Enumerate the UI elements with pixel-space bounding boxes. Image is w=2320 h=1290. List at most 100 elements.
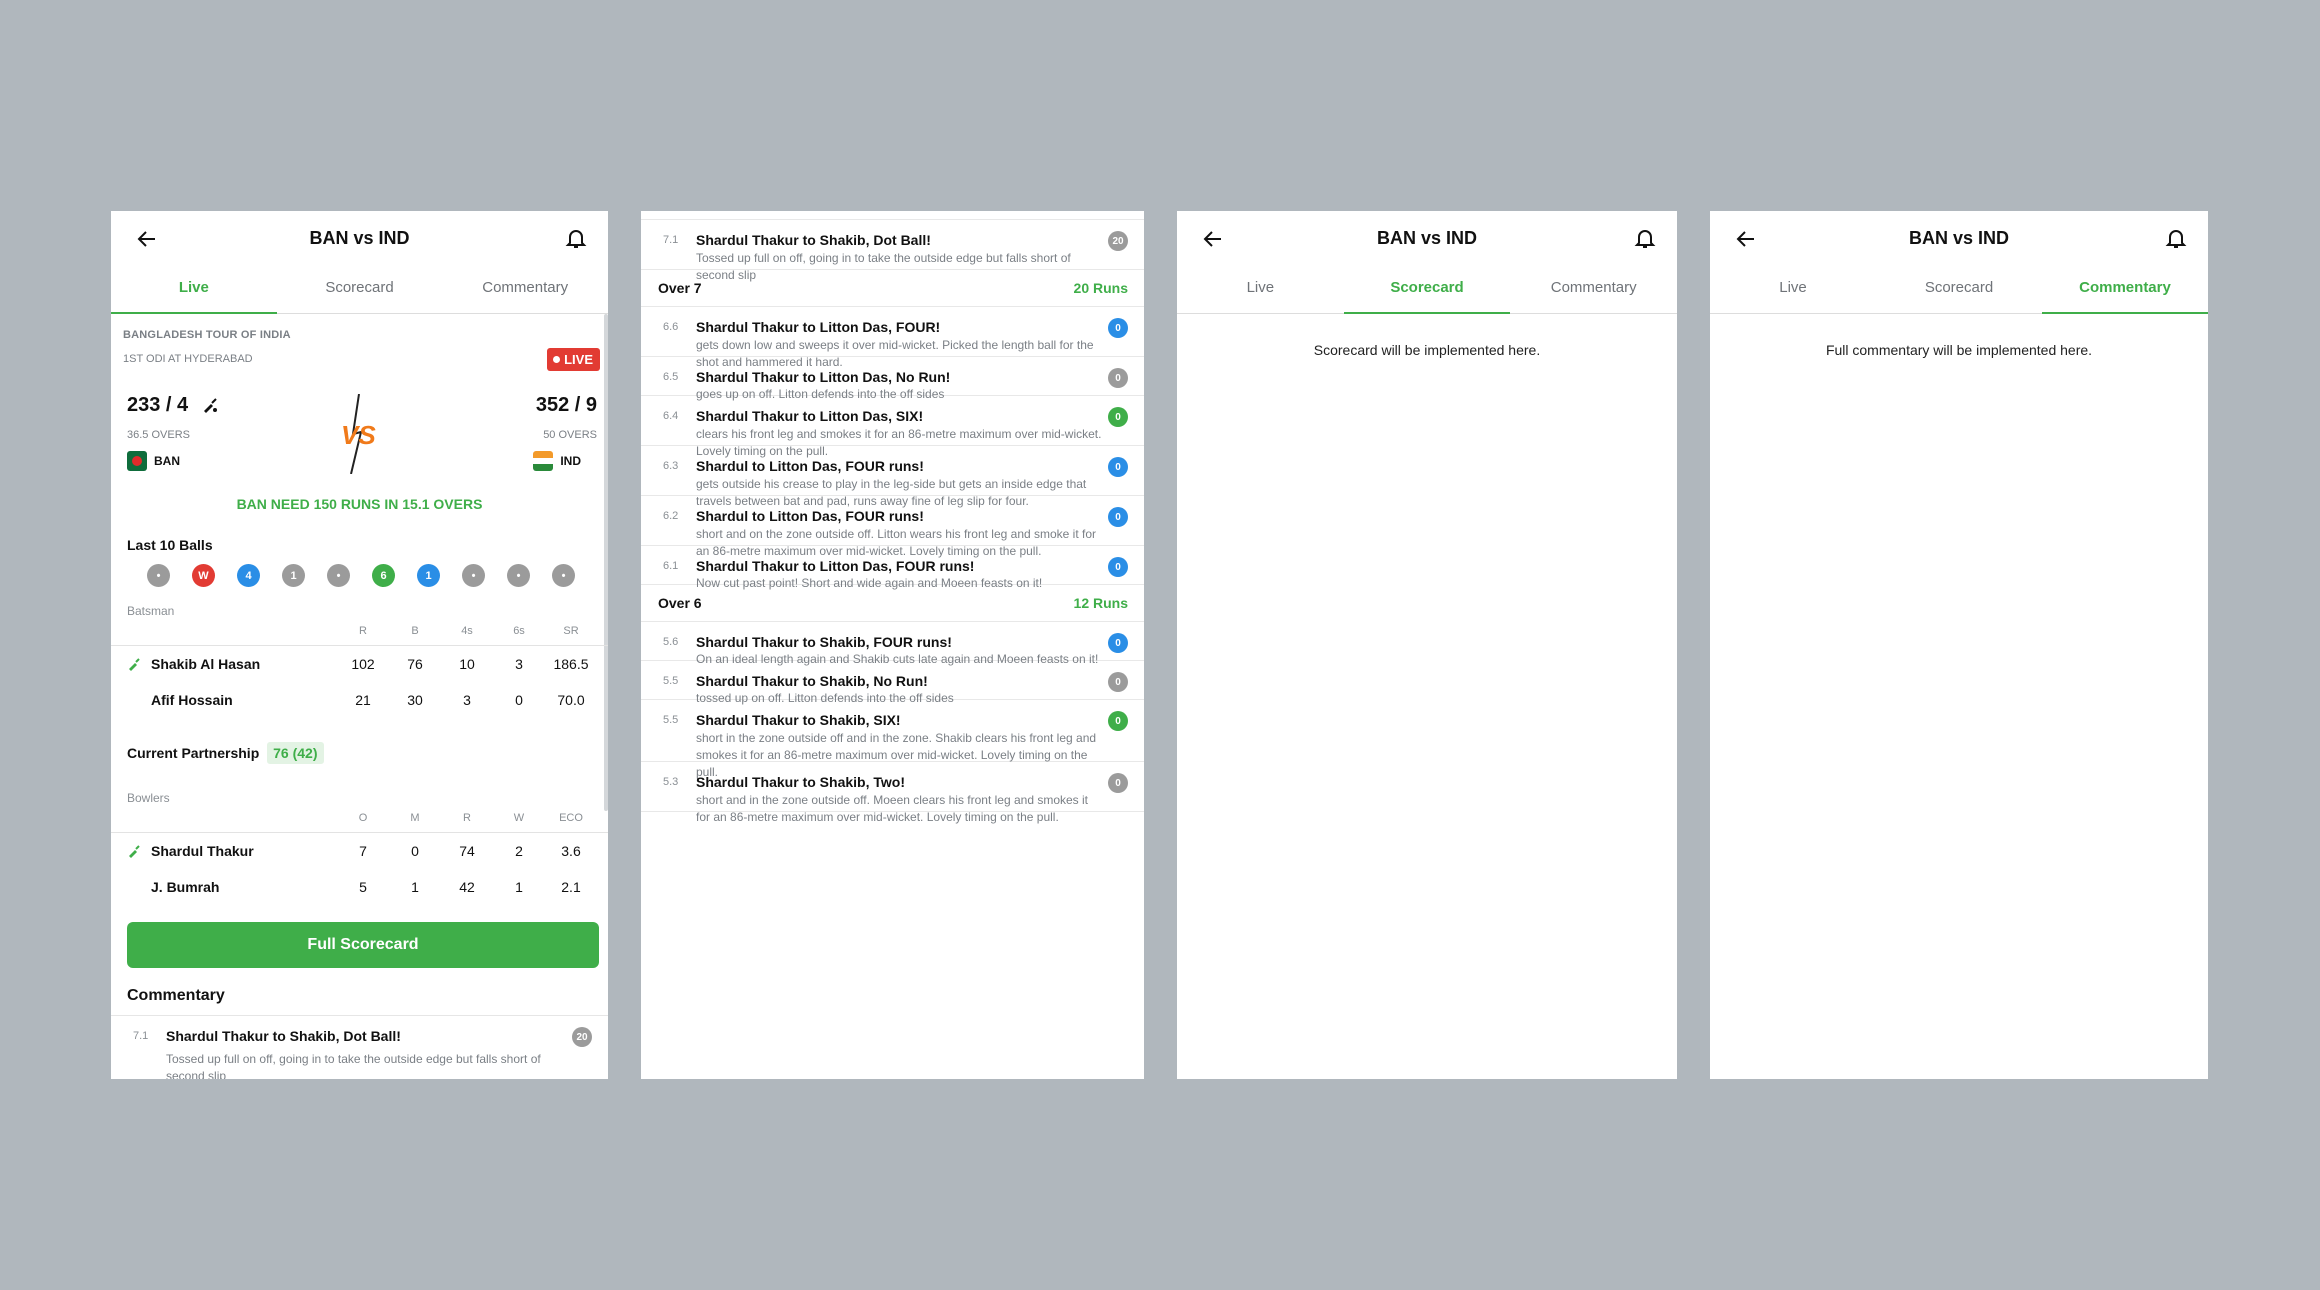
placeholder-text: Scorecard will be implemented here. [1313,342,1541,358]
table-row[interactable]: J. Bumrah 5 1 42 1 2.1 [111,869,608,905]
tab-scorecard[interactable]: Scorecard [277,267,443,313]
tab-live[interactable]: Live [1710,267,1876,313]
ball-chip: 4 [237,564,260,587]
ball-chip: • [327,564,350,587]
last-balls-label: Last 10 Balls [127,537,213,553]
tab-commentary[interactable]: Commentary [1510,267,1677,313]
commentary-item[interactable]: 7.1 Shardul Thakur to Shakib, Dot Ball! To… [641,220,1144,282]
bell-icon[interactable] [2164,226,2188,250]
table-row[interactable]: Shardul Thakur 7 0 74 2 3.6 [111,833,608,869]
team2-score: 352 / 9 [535,394,597,416]
team1-score: 233 / 4 [127,394,189,416]
match-venue: 1ST ODI AT HYDERABAD [123,353,253,365]
last-balls: • W 4 1 • 6 1 • • • [147,564,575,587]
team2-overs: 50 OVERS [543,429,597,441]
runs-badge: 0 [1108,711,1128,731]
ball-chip: • [147,564,170,587]
tab-bar: Live Scorecard Commentary [111,267,608,314]
runs-badge: 0 [1108,507,1128,527]
scrollbar[interactable] [604,314,608,811]
commentary-item[interactable]: 5.6 Shardul Thakur to Shakib, FOUR runs! O… [641,622,1144,666]
over-label: Over 7 [658,280,702,296]
runs-badge: 0 [1108,633,1128,653]
cricket-ball-icon [129,845,140,858]
series-name: BANGLADESH TOUR OF INDIA [123,329,291,341]
table-row[interactable]: Shakib Al Hasan 102 76 10 3 186.5 [111,646,608,682]
app-header: BAN vs IND [1710,211,2208,267]
commentary-item[interactable]: 6.6 Shardul Thakur to Litton Das, FOUR! ge… [641,307,1144,369]
commentary-list: 7.1 Shardul Thakur to Shakib, Dot Ball! To… [641,219,1144,824]
svg-text:VS: VS [341,420,376,450]
commentary-item[interactable]: 5.5 Shardul Thakur to Shakib, SIX! short i… [641,700,1144,779]
tab-live[interactable]: Live [1177,267,1344,313]
tab-bar: Live Scorecard Commentary [1710,267,2208,314]
page-title: BAN vs IND [1376,228,1478,248]
ball-chip: • [507,564,530,587]
placeholder-text: Full commentary will be implemented here… [1825,342,2093,358]
page-title: BAN vs IND [309,228,410,248]
over-header: Over 7 20 Runs [641,270,1144,307]
app-header: BAN vs IND [1177,211,1677,267]
team1-overs: 36.5 OVERS [127,429,190,441]
runs-badge: 0 [1108,457,1128,477]
versus-icon: VS [341,394,376,474]
bell-icon[interactable] [1633,226,1657,250]
batsman-label: Batsman [127,604,175,618]
runs-badge: 0 [1108,318,1128,338]
ball-chip: • [462,564,485,587]
tab-commentary[interactable]: Commentary [442,267,608,313]
commentary-item[interactable]: 6.5 Shardul Thakur to Litton Das, No Run!… [641,357,1144,401]
team2: IND [533,451,581,471]
full-scorecard-button[interactable]: Full Scorecard [127,922,599,968]
commentary-item[interactable]: 6.2 Shardul to Litton Das, FOUR runs! shor… [641,496,1144,558]
ball-chip: 6 [372,564,395,587]
scorecard-screen: BAN vs IND Live Scorecard Commentary Sco… [1177,211,1677,1079]
ball-chip: 1 [282,564,305,587]
partnership-value: 76 (42) [267,742,324,764]
india-flag-icon [533,451,554,471]
bowlers-label: Bowlers [127,791,170,805]
runs-badge: 20 [1108,231,1128,251]
commentary-item[interactable]: 5.3 Shardul Thakur to Shakib, Two! short a… [641,762,1144,824]
over-runs: 20 Runs [1073,280,1128,296]
ball-chip: 1 [417,564,440,587]
commentary-item[interactable]: 5.5 Shardul Thakur to Shakib, No Run! toss… [641,661,1144,705]
tab-commentary[interactable]: Commentary [2042,267,2208,314]
bowlers-table: O M R W ECO Shardul Thakur 7 0 74 2 3.6 … [111,806,608,905]
cricket-bat-icon [129,658,140,671]
runs-badge: 20 [572,1027,592,1047]
runs-badge: 0 [1108,672,1128,692]
commentary-item[interactable]: 6.4 Shardul Thakur to Litton Das, SIX! cle… [641,396,1144,458]
live-dot-icon [553,356,561,363]
target-text: BAN NEED 150 RUNS IN 15.1 OVERS [236,496,483,512]
bangladesh-flag-icon [127,451,147,471]
runs-badge: 0 [1108,773,1128,793]
commentary-screen: BAN vs IND Live Scorecard Commentary Ful… [1710,211,2208,1079]
over-label: Over 6 [658,595,702,611]
tab-live[interactable]: Live [111,267,277,314]
commentary-item[interactable]: 6.3 Shardul to Litton Das, FOUR runs! gets… [641,446,1144,508]
ball-chip: W [192,564,215,587]
live-badge: LIVE [547,348,600,371]
runs-badge: 0 [1108,407,1128,427]
commentary-preview: 7.1 Shardul Thakur to Shakib, Dot Ball! … [111,1015,608,1079]
app-header: BAN vs IND [111,211,608,267]
team1: BAN [127,451,180,471]
table-header: R B 4s 6s SR [111,619,608,646]
table-header: O M R W ECO [111,806,608,833]
runs-badge: 0 [1108,368,1128,388]
ball-chip: • [552,564,575,587]
over-header: Over 6 12 Runs [641,585,1144,622]
commentary-item[interactable]: 6.1 Shardul Thakur to Litton Das, FOUR ru… [641,546,1144,590]
tab-scorecard[interactable]: Scorecard [1876,267,2042,313]
commentary-list-screen: 7.1 Shardul Thakur to Shakib, Dot Ball! To… [641,211,1144,1079]
commentary-title: Commentary [127,987,225,1004]
bell-icon[interactable] [564,226,588,250]
cricket-bat-icon [204,398,217,413]
table-row[interactable]: Afif Hossain 21 30 3 0 70.0 [111,682,608,718]
live-screen: BAN vs IND Live Scorecard Commentary BAN… [111,211,608,1079]
tab-scorecard[interactable]: Scorecard [1343,267,1511,314]
over-runs: 12 Runs [1073,595,1128,611]
commentary-item[interactable]: 7.1 Shardul Thakur to Shakib, Dot Ball! … [111,1016,608,1079]
batsman-table: R B 4s 6s SR Shakib Al Hasan 102 76 10 3… [111,619,608,718]
